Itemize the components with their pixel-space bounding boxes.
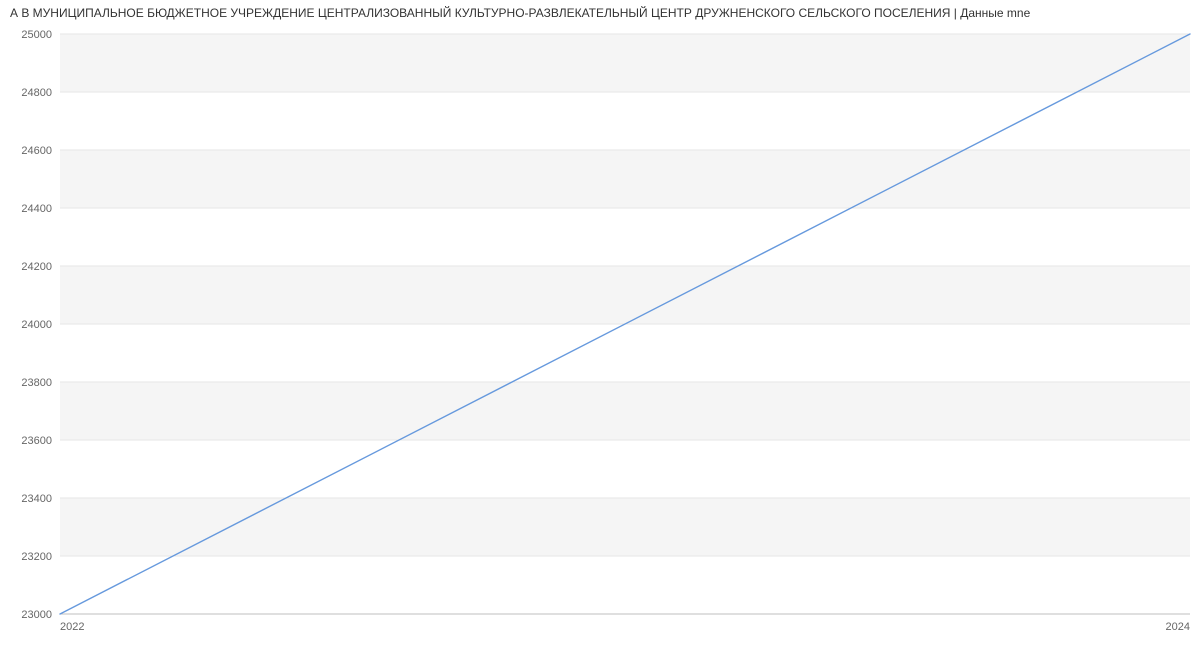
y-tick-label: 23400	[21, 493, 52, 505]
x-tick-label: 2022	[60, 621, 84, 633]
chart-area: 23000 23200 23400 23600 23800 24000 24200 24400…	[0, 24, 1200, 644]
y-tick-label: 24800	[21, 87, 52, 99]
line-chart: 23000 23200 23400 23600 23800 24000 24200 24400…	[0, 24, 1200, 644]
y-tick-label: 24200	[21, 261, 52, 273]
chart-title: А В МУНИЦИПАЛЬНОЕ БЮДЖЕТНОЕ УЧРЕЖДЕНИЕ Ц…	[0, 0, 1200, 24]
y-tick-label: 24600	[21, 145, 52, 157]
x-tick-label: 2024	[1166, 621, 1190, 633]
y-tick-label: 24400	[21, 203, 52, 215]
y-tick-label: 23800	[21, 377, 52, 389]
y-tick-label: 25000	[21, 29, 52, 41]
y-tick-label: 24000	[21, 319, 52, 331]
y-tick-label: 23000	[21, 609, 52, 621]
y-tick-label: 23600	[21, 435, 52, 447]
y-tick-label: 23200	[21, 551, 52, 563]
